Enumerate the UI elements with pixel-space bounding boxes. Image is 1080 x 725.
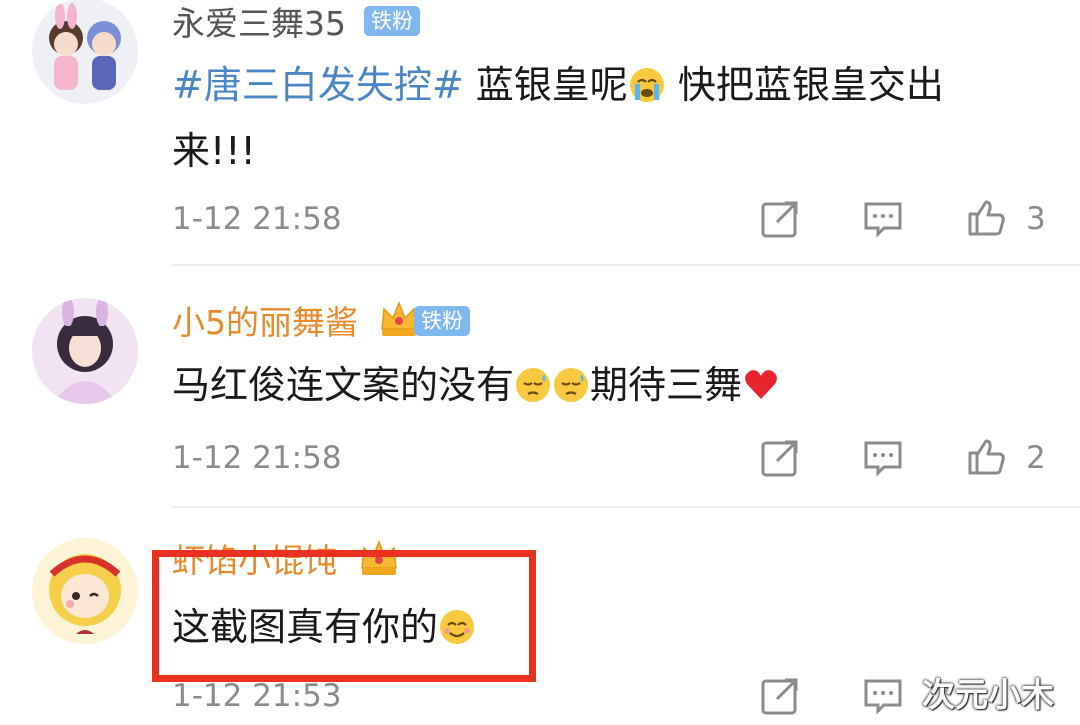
comment-icon[interactable] <box>862 198 904 240</box>
avatar[interactable] <box>32 538 138 644</box>
sad-sweat-face-emoji <box>552 366 590 404</box>
sad-sweat-face-emoji <box>514 366 552 404</box>
comment-item: 永爱三舞35 铁粉 #唐三白发失控# 蓝银皇呢 快把蓝银皇交出来!!! 1-12… <box>0 0 1080 266</box>
divider <box>172 506 1080 508</box>
watermark: 次元小木 <box>922 675 1054 714</box>
comment-text-part: 蓝银皇呢 <box>463 63 628 107</box>
comment-text: #唐三白发失控# 蓝银皇呢 快把蓝银皇交出来!!! <box>172 52 1012 184</box>
topic-link[interactable]: #唐三白发失控# <box>172 63 464 107</box>
like-count: 3 <box>1026 201 1046 237</box>
timestamp: 1-12 21:58 <box>172 201 342 237</box>
repost-icon[interactable] <box>759 675 801 717</box>
avatar[interactable] <box>32 0 138 104</box>
timestamp: 1-12 21:58 <box>172 440 342 476</box>
username[interactable]: 永爱三舞35 <box>172 4 346 44</box>
red-heart-emoji <box>742 366 780 404</box>
comment-icon[interactable] <box>862 675 904 717</box>
like-icon[interactable] <box>966 196 1008 238</box>
highlight-box <box>152 550 536 682</box>
comment-text: 马红俊连文案的没有 期待三舞 <box>172 352 1012 418</box>
crying-face-emoji <box>628 66 666 104</box>
repost-icon[interactable] <box>759 437 801 479</box>
fan-badge: 铁粉 <box>364 6 420 36</box>
username[interactable]: 小5的丽舞酱 <box>172 303 358 343</box>
repost-icon[interactable] <box>759 198 801 240</box>
divider <box>172 264 1080 266</box>
comment-text-part: 期待三舞 <box>590 363 743 407</box>
like-count: 2 <box>1026 440 1046 476</box>
fan-badge: 铁粉 <box>414 306 470 336</box>
comment-icon[interactable] <box>862 437 904 479</box>
timestamp: 1-12 21:53 <box>172 678 342 714</box>
avatar[interactable] <box>32 298 138 404</box>
like-icon[interactable] <box>966 435 1008 477</box>
comment-text-part: 马红俊连文案的没有 <box>172 363 515 407</box>
